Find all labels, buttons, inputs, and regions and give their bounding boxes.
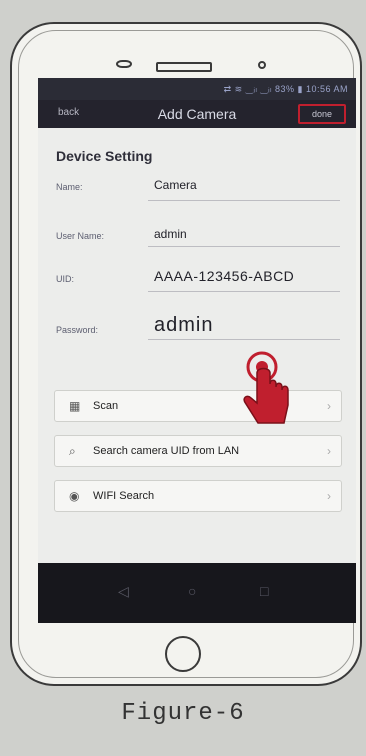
- password-field[interactable]: admin: [154, 314, 213, 337]
- scan-icon: ▦: [69, 399, 81, 413]
- section-title: Device Setting: [56, 148, 153, 164]
- chevron-right-icon: ›: [327, 489, 331, 503]
- username-field[interactable]: admin: [154, 227, 187, 241]
- figure-caption: Figure-6: [121, 700, 245, 727]
- password-label: Password:: [56, 325, 99, 335]
- uid-label: UID:: [56, 274, 74, 284]
- nav-recents-icon[interactable]: □: [260, 583, 268, 599]
- nav-bar: ◁ ○ □: [38, 563, 356, 623]
- scan-label: Scan: [93, 400, 119, 412]
- status-bar: ⇄ ≋ ‿ᵢₗ ‿ᵢₗ 83% ▮ 10:56 AM: [38, 78, 356, 100]
- phone-screen: ⇄ ≋ ‿ᵢₗ ‿ᵢₗ 83% ▮ 10:56 AM back Add Came…: [38, 78, 356, 623]
- title-bar: back Add Camera done: [38, 100, 356, 128]
- chevron-right-icon: ›: [327, 444, 331, 458]
- wifi-icon: ◉: [69, 489, 80, 503]
- username-label: User Name:: [56, 231, 105, 241]
- wifi-search-button[interactable]: ◉ WIFI Search ›: [54, 480, 342, 512]
- name-label: Name:: [56, 182, 83, 192]
- uid-underline: [148, 291, 340, 292]
- done-button[interactable]: done: [298, 104, 346, 124]
- home-button[interactable]: [165, 636, 201, 672]
- chevron-right-icon: ›: [327, 399, 331, 413]
- proximity-sensor: [116, 60, 132, 68]
- search-lan-label: Search camera UID from LAN: [93, 445, 240, 457]
- nav-back-icon[interactable]: ◁: [118, 583, 129, 600]
- name-field[interactable]: Camera: [154, 178, 197, 192]
- uid-field[interactable]: AAAA-123456-ABCD: [154, 268, 294, 284]
- password-underline: [148, 339, 340, 340]
- tap-hand-icon: [243, 351, 289, 424]
- earpiece-speaker: [156, 62, 212, 72]
- search-icon: ⌕: [69, 444, 76, 458]
- username-underline: [148, 246, 340, 247]
- nav-home-icon[interactable]: ○: [188, 583, 196, 599]
- name-underline: [148, 200, 340, 201]
- front-camera: [258, 61, 266, 69]
- wifi-search-label: WIFI Search: [93, 490, 155, 502]
